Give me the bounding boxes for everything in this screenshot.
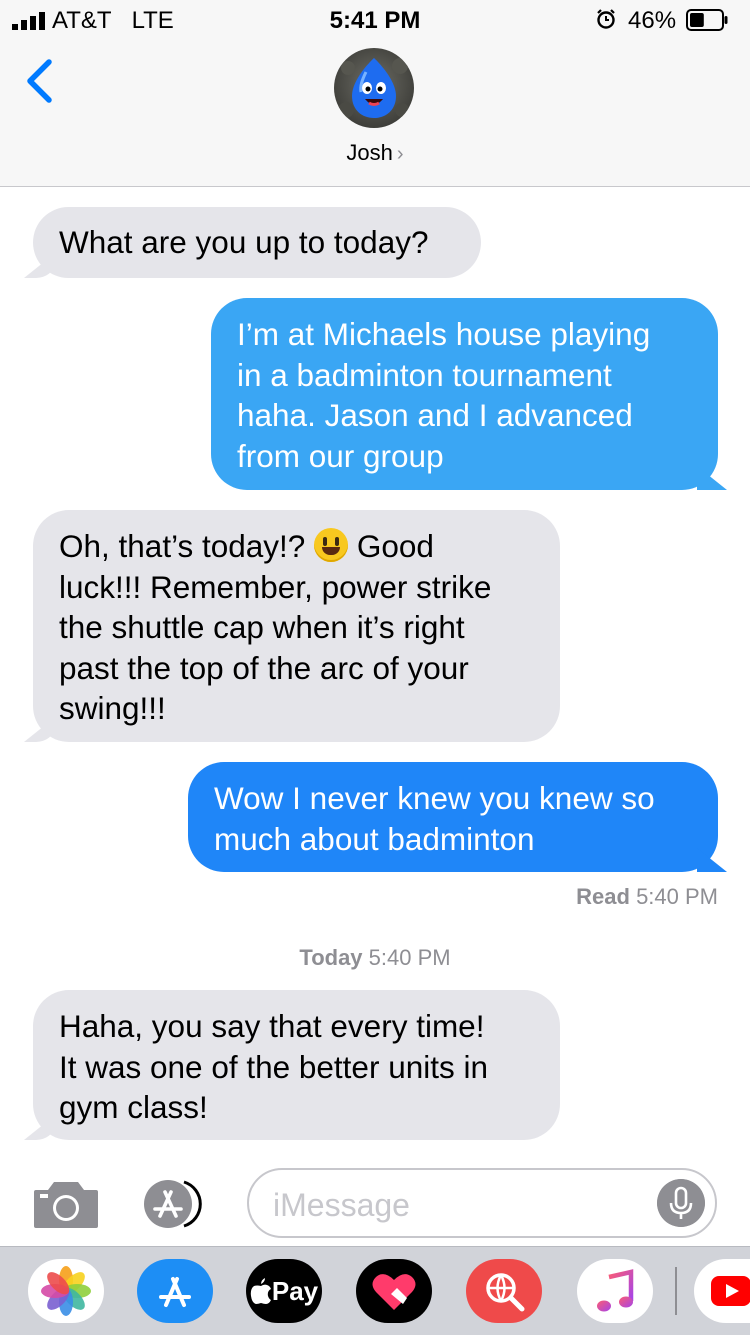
message-text: Good (348, 528, 434, 564)
message-text: What are you up to today? (59, 224, 429, 260)
timestamp-time: 5:40 PM (368, 945, 451, 970)
message-text: Oh, that’s today!? (59, 528, 315, 564)
incoming-message[interactable]: What are you up to today? (33, 207, 481, 278)
timestamp-day: Today (299, 945, 363, 970)
read-receipt: Read 5:40 PM (576, 884, 718, 910)
message-line: luck!!! Remember, power strike (59, 568, 492, 605)
contact-name-button[interactable]: Josh › (0, 140, 750, 166)
apple-pay-label: Pay (271, 1275, 319, 1306)
camera-icon[interactable] (32, 1178, 100, 1230)
digital-touch-button[interactable] (356, 1259, 432, 1323)
message-line: haha. Jason and I advanced (237, 397, 633, 433)
read-label: Read (576, 884, 630, 909)
back-chevron-icon[interactable] (22, 58, 56, 104)
digital-touch-icon (372, 1274, 416, 1310)
message-line: much about badminton (214, 820, 535, 857)
alarm-icon (597, 9, 615, 29)
contact-name: Josh (346, 140, 393, 165)
incoming-message[interactable]: Haha, you say that every time! It was on… (33, 990, 560, 1140)
message-line: It was one of the better units in (59, 1048, 489, 1085)
status-bar: AT&T LTE 5:41 PM 46% (0, 0, 750, 40)
music-button[interactable] (577, 1259, 653, 1323)
apple-pay-button[interactable]: Pay (246, 1259, 322, 1323)
photos-icon (41, 1266, 91, 1316)
read-time: 5:40 PM (636, 884, 718, 909)
battery-icon (686, 9, 728, 31)
music-icon (597, 1269, 634, 1312)
app-store-icon (159, 1277, 191, 1307)
contact-avatar[interactable] (334, 48, 414, 128)
message-line: from our group (237, 437, 444, 474)
message-line: Haha, you say that every time! (59, 1008, 485, 1044)
web-images-button[interactable] (466, 1259, 542, 1323)
message-line: the shuttle cap when it’s right (59, 609, 465, 645)
photos-app-button[interactable] (28, 1259, 104, 1323)
app-store-drawer-icon[interactable] (140, 1178, 212, 1230)
message-line: I’m at Michaels house playing (237, 316, 651, 352)
message-line: gym class! (59, 1089, 208, 1125)
grinning-face-emoji-icon (314, 528, 349, 562)
drawer-divider (675, 1267, 677, 1315)
message-input[interactable] (271, 1180, 655, 1230)
apple-logo-icon (250, 1278, 271, 1304)
message-line: in a badminton tournament (237, 356, 612, 393)
conversation-header: AT&T LTE 5:41 PM 46% Josh › (0, 0, 750, 187)
youtube-button[interactable] (694, 1259, 750, 1323)
microphone-icon[interactable] (657, 1179, 705, 1227)
conversation-timestamp: Today 5:40 PM (0, 945, 750, 971)
web-images-icon (486, 1273, 525, 1312)
message-line: Oh, that’s today!? Good (59, 526, 534, 567)
message-line: Wow I never knew you knew so (214, 780, 655, 816)
message-line: swing!!! (59, 690, 166, 726)
outgoing-message[interactable]: I’m at Michaels house playing in a badmi… (211, 298, 718, 490)
chevron-right-icon: › (396, 143, 404, 165)
app-store-button[interactable] (137, 1259, 213, 1323)
message-input-field (247, 1168, 717, 1238)
incoming-message[interactable]: Oh, that’s today!? Good luck!!! Remember… (33, 510, 560, 742)
battery-percentage: 46% (628, 7, 677, 34)
compose-bar (0, 1160, 750, 1246)
youtube-icon (711, 1276, 750, 1306)
avatar-blob-icon (334, 48, 414, 128)
outgoing-message[interactable]: Wow I never knew you knew so much about … (188, 762, 718, 872)
message-line: past the top of the arc of your (59, 649, 469, 686)
imessage-app-drawer: Pay (0, 1246, 750, 1335)
